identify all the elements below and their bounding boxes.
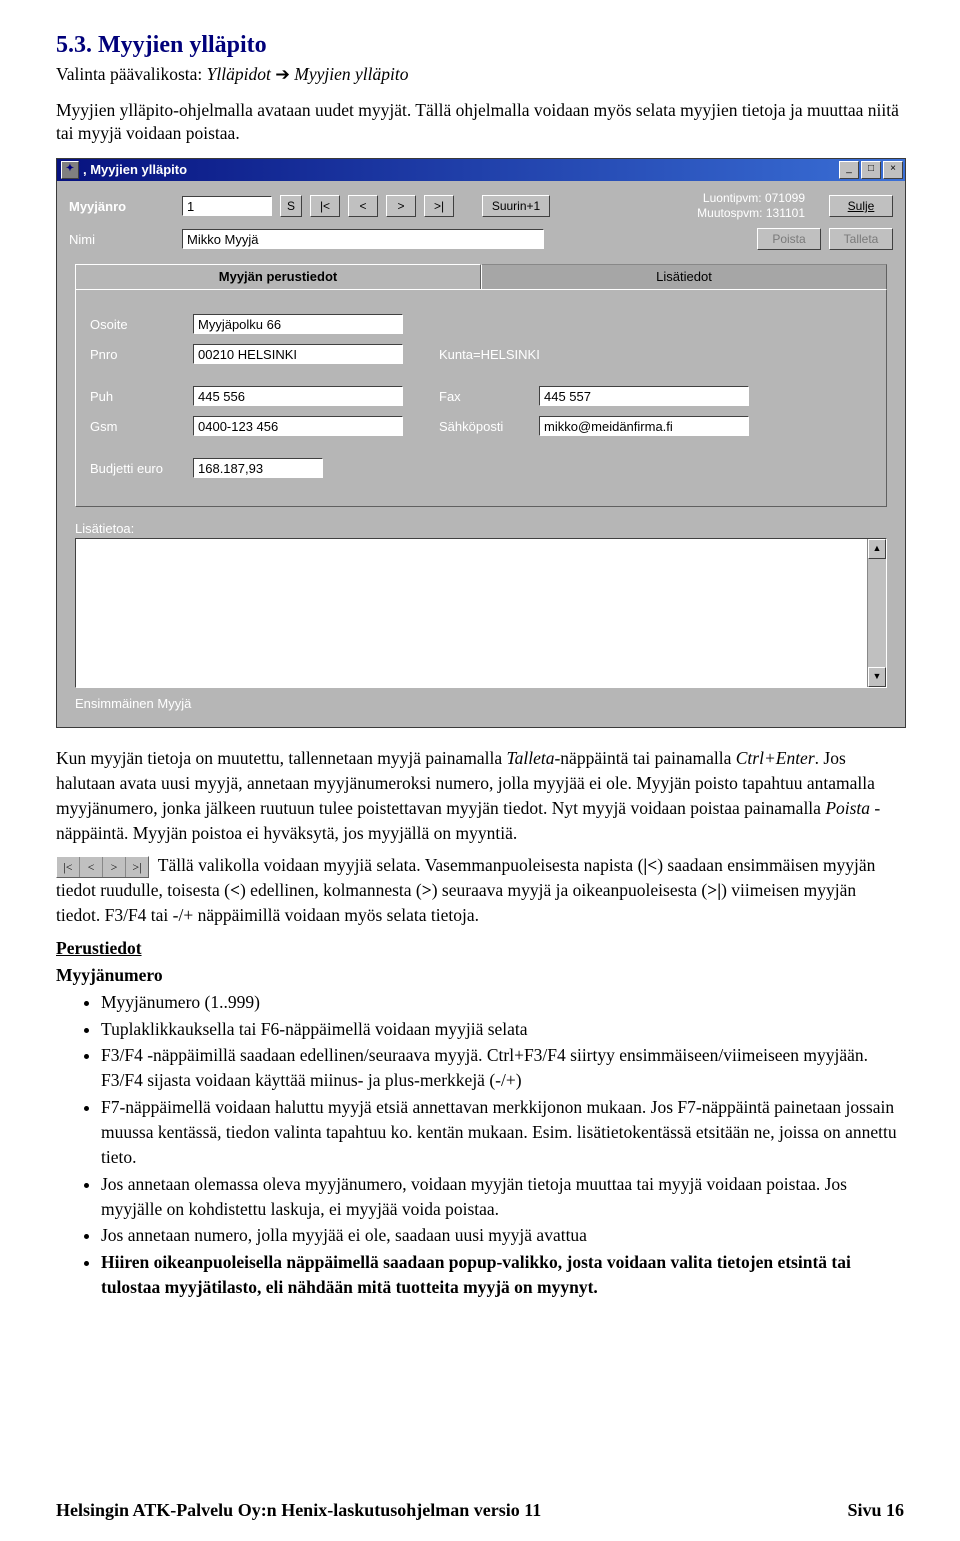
maximize-button[interactable]: □ [861, 161, 881, 179]
scrollbar[interactable]: ▲ ▼ [867, 539, 886, 687]
label-lisatietoa: Lisätietoa: [75, 521, 887, 536]
footer-left: Helsingin ATK-Palvelu Oy:n Henix-laskutu… [56, 1500, 541, 1521]
app-window: ✦ , Myyjien ylläpito _ □ × Myyjänro 1 S … [56, 158, 906, 728]
nav-next-icon: > [103, 857, 126, 877]
list-item: Jos annetaan olemassa oleva myyjänumero,… [101, 1172, 904, 1222]
luontipvm-text: Luontipvm: 071099 [697, 191, 805, 207]
page-footer: Helsingin ATK-Palvelu Oy:n Henix-laskutu… [56, 1500, 904, 1521]
list-item: Tuplaklikkauksella tai F6-näppäimellä vo… [101, 1017, 904, 1042]
fax-input[interactable]: 445 557 [539, 386, 749, 406]
intro-paragraph: Myyjien ylläpito-ohjelmalla avataan uude… [56, 99, 904, 146]
nav-prev-button[interactable]: < [348, 195, 378, 217]
nav-first-icon: |< [57, 857, 80, 877]
footer-right: Sivu 16 [847, 1500, 904, 1521]
budjetti-input[interactable]: 168.187,93 [193, 458, 323, 478]
label-puh: Puh [90, 389, 185, 404]
myyjanro-input[interactable]: 1 [182, 196, 272, 216]
nav-last-button[interactable]: >| [424, 195, 454, 217]
title-bar: ✦ , Myyjien ylläpito _ □ × [57, 159, 905, 181]
list-item: Hiiren oikeanpuoleisella näppäimellä saa… [101, 1250, 904, 1300]
nav-next-button[interactable]: > [386, 195, 416, 217]
arrow-icon: ➔ [275, 64, 290, 84]
scroll-down-icon[interactable]: ▼ [868, 667, 886, 687]
sulje-button[interactable]: Sulje [829, 195, 893, 217]
puh-input[interactable]: 445 556 [193, 386, 403, 406]
section-heading: 5.3. Myyjien ylläpito [56, 32, 904, 59]
minimize-button[interactable]: _ [839, 161, 859, 179]
email-input[interactable]: mikko@meidänfirma.fi [539, 416, 749, 436]
tab-lisatiedot[interactable]: Lisätiedot [481, 264, 887, 289]
window-title: , Myyjien ylläpito [83, 162, 187, 177]
label-email: Sähköposti [439, 419, 531, 434]
suurin-button[interactable]: Suurin+1 [482, 195, 550, 217]
scroll-up-icon[interactable]: ▲ [868, 539, 886, 559]
breadcrumb-i2: Myyjien ylläpito [294, 64, 408, 84]
subhead-perustiedot: Perustiedot [56, 938, 142, 958]
tab-panel: Osoite Myyjäpolku 66 Pnro 00210 HELSINKI… [75, 289, 887, 507]
nimi-input[interactable]: Mikko Myyjä [182, 229, 544, 249]
gsm-input[interactable]: 0400-123 456 [193, 416, 403, 436]
close-button[interactable]: × [883, 161, 903, 179]
breadcrumb-prefix: Valinta päävalikosta: [56, 64, 207, 84]
breadcrumb-i1: Ylläpidot [207, 64, 271, 84]
label-budjetti: Budjetti euro [90, 461, 185, 476]
label-pnro: Pnro [90, 347, 185, 362]
lisatietoa-textarea[interactable]: ▲ ▼ [75, 538, 887, 688]
list-item: F7-näppäimellä voidaan haluttu myyjä ets… [101, 1095, 904, 1170]
talleta-button[interactable]: Talleta [829, 228, 893, 250]
breadcrumb-line: Valinta päävalikosta: Ylläpidot ➔ Myyjie… [56, 63, 904, 87]
nav-prev-icon: < [80, 857, 103, 877]
poista-button[interactable]: Poista [757, 228, 821, 250]
nav-first-button[interactable]: |< [310, 195, 340, 217]
subhead-myyjanumero: Myyjänumero [56, 965, 163, 985]
tab-row: Myyjän perustiedot Lisätiedot [69, 264, 893, 289]
list-item: Myyjänumero (1..999) [101, 990, 904, 1015]
label-myyjanro: Myyjänro [69, 199, 174, 214]
list-item: F3/F4 -näppäimillä saadaan edellinen/seu… [101, 1043, 904, 1093]
nav-last-icon: >| [126, 857, 148, 877]
tab-perustiedot[interactable]: Myyjän perustiedot [75, 264, 481, 289]
s-button[interactable]: S [280, 195, 302, 217]
app-icon: ✦ [61, 161, 79, 179]
bullet-list: Myyjänumero (1..999) Tuplaklikkauksella … [56, 990, 904, 1300]
para-talleta: Kun myyjän tietoja on muutettu, tallenne… [56, 746, 904, 845]
para-navigator: |< < > >| Tällä valikolla voidaan myyjiä… [56, 853, 904, 928]
label-gsm: Gsm [90, 419, 185, 434]
status-text: Ensimmäinen Myyjä [75, 696, 887, 711]
pnro-input[interactable]: 00210 HELSINKI [193, 344, 403, 364]
label-osoite: Osoite [90, 317, 185, 332]
muutospvm-text: Muutospvm: 131101 [697, 206, 805, 222]
label-fax: Fax [439, 389, 531, 404]
navigator-icon: |< < > >| [56, 856, 149, 878]
list-item: Jos annetaan numero, jolla myyjää ei ole… [101, 1223, 904, 1248]
kunta-text: Kunta=HELSINKI [439, 347, 540, 362]
label-nimi: Nimi [69, 232, 174, 247]
osoite-input[interactable]: Myyjäpolku 66 [193, 314, 403, 334]
